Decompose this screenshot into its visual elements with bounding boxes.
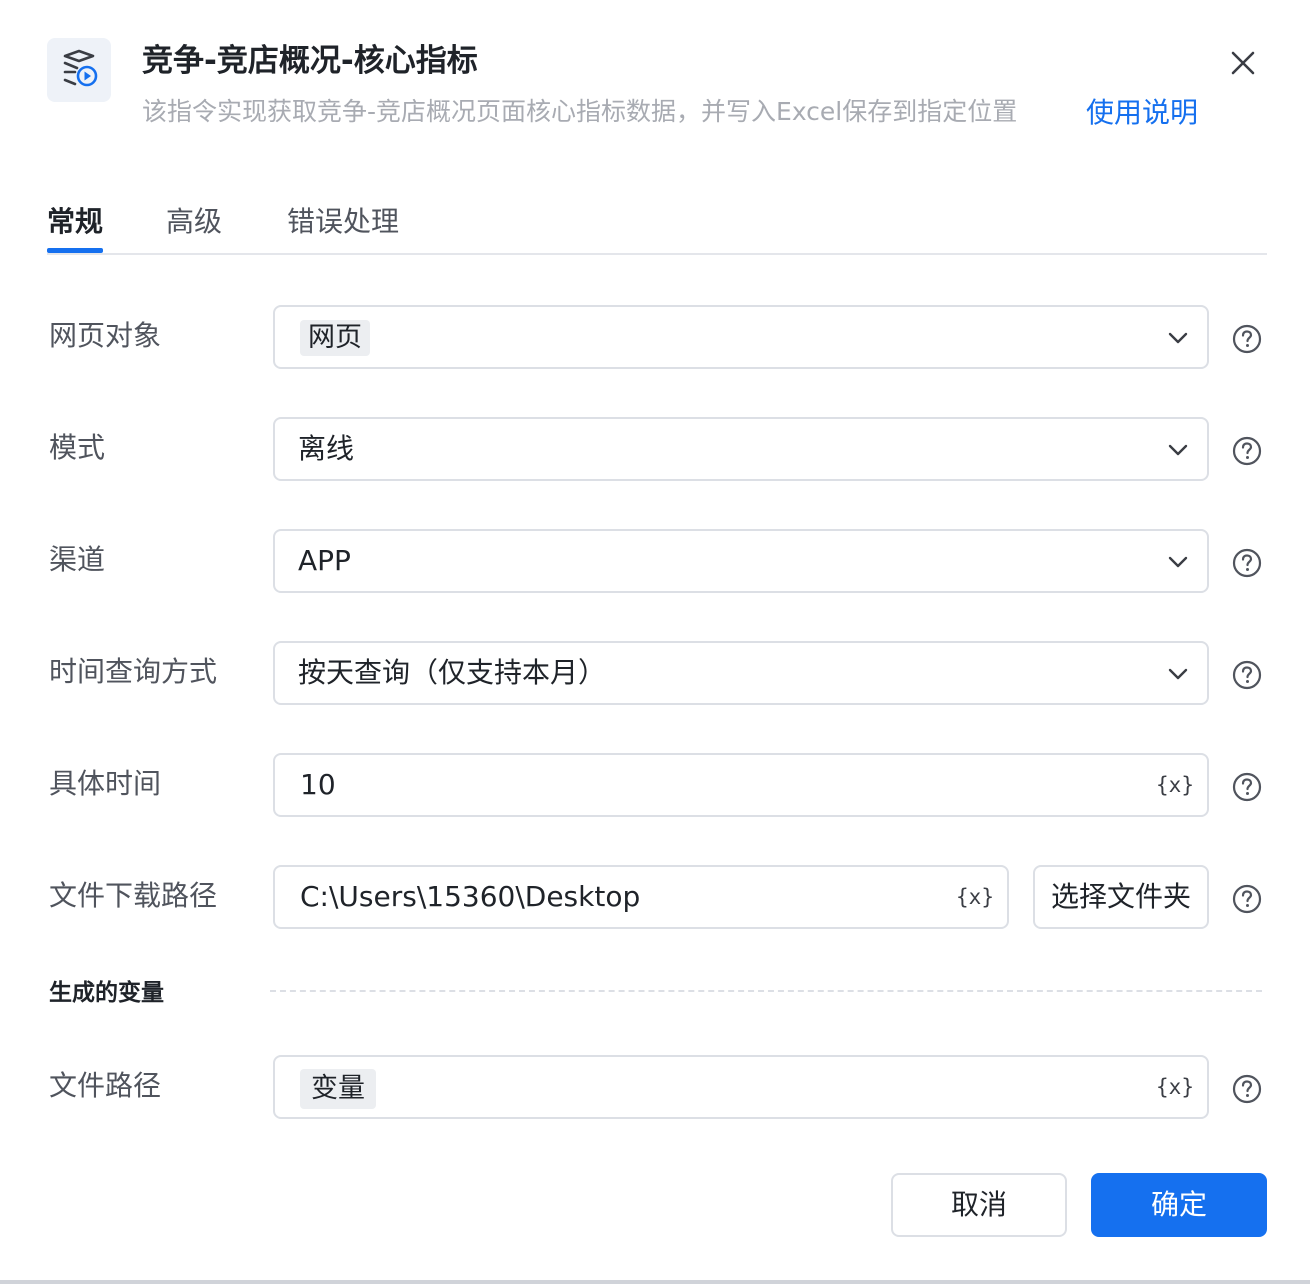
help-icon[interactable]: [1232, 436, 1262, 466]
chevron-down-icon: [1168, 556, 1188, 568]
channel-select[interactable]: APP: [273, 529, 1209, 593]
specific-time-label: 具体时间: [49, 767, 162, 800]
confirm-button[interactable]: 确定: [1091, 1173, 1267, 1237]
active-tab-indicator: [47, 248, 103, 253]
channel-value: APP: [298, 544, 351, 577]
web-object-chip: 网页: [300, 320, 370, 356]
help-icon[interactable]: [1232, 324, 1262, 354]
download-path-label: 文件下载路径: [49, 879, 218, 912]
file-path-label: 文件路径: [49, 1069, 162, 1102]
help-icon[interactable]: [1232, 884, 1262, 914]
mode-label: 模式: [49, 431, 106, 464]
dialog-title: 竞争-竞店概况-核心指标: [142, 43, 478, 79]
variable-icon[interactable]: {x}: [1156, 769, 1194, 801]
chevron-down-icon: [1168, 332, 1188, 344]
help-icon[interactable]: [1232, 1074, 1262, 1104]
section-divider: [270, 990, 1262, 992]
download-path-input[interactable]: C:\Users\15360\Desktop {x}: [273, 865, 1009, 929]
help-icon[interactable]: [1232, 660, 1262, 690]
variable-icon[interactable]: {x}: [956, 881, 994, 913]
tab-general[interactable]: 常规: [47, 202, 103, 242]
choose-folder-button[interactable]: 选择文件夹: [1033, 865, 1209, 929]
time-query-select[interactable]: 按天查询（仅支持本月）: [273, 641, 1209, 705]
download-path-value: C:\Users\15360\Desktop: [300, 880, 641, 913]
chevron-down-icon: [1168, 444, 1188, 456]
file-path-var-input[interactable]: 变量 {x}: [273, 1055, 1209, 1119]
file-path-var-chip: 变量: [300, 1069, 376, 1109]
web-object-select[interactable]: 网页: [273, 305, 1209, 369]
help-icon[interactable]: [1232, 772, 1262, 802]
time-query-label: 时间查询方式: [49, 655, 218, 688]
command-dialog: 竞争-竞店概况-核心指标 该指令实现获取竞争-竞店概况页面核心指标数据，并写入E…: [0, 0, 1310, 1284]
mode-select[interactable]: 离线: [273, 417, 1209, 481]
specific-time-value: 10: [300, 768, 336, 801]
tab-advanced[interactable]: 高级: [166, 202, 222, 242]
mode-value: 离线: [298, 432, 355, 465]
tab-bar: 常规 高级 错误处理: [47, 190, 1267, 255]
time-query-value: 按天查询（仅支持本月）: [298, 656, 607, 689]
command-icon: [47, 38, 111, 102]
help-icon[interactable]: [1232, 548, 1262, 578]
generated-vars-title: 生成的变量: [49, 980, 164, 1006]
specific-time-input[interactable]: 10 {x}: [273, 753, 1209, 817]
close-button[interactable]: [1224, 44, 1262, 82]
web-object-label: 网页对象: [49, 319, 162, 352]
close-icon: [1231, 51, 1255, 75]
chevron-down-icon: [1168, 668, 1188, 680]
usage-help-link[interactable]: 使用说明: [1086, 94, 1198, 132]
dialog-subtitle: 该指令实现获取竞争-竞店概况页面核心指标数据，并写入Excel保存到指定位置: [142, 97, 1018, 126]
tab-error-handling[interactable]: 错误处理: [287, 202, 399, 242]
channel-label: 渠道: [49, 543, 106, 576]
variable-icon[interactable]: {x}: [1156, 1071, 1194, 1103]
cancel-button[interactable]: 取消: [891, 1173, 1067, 1237]
